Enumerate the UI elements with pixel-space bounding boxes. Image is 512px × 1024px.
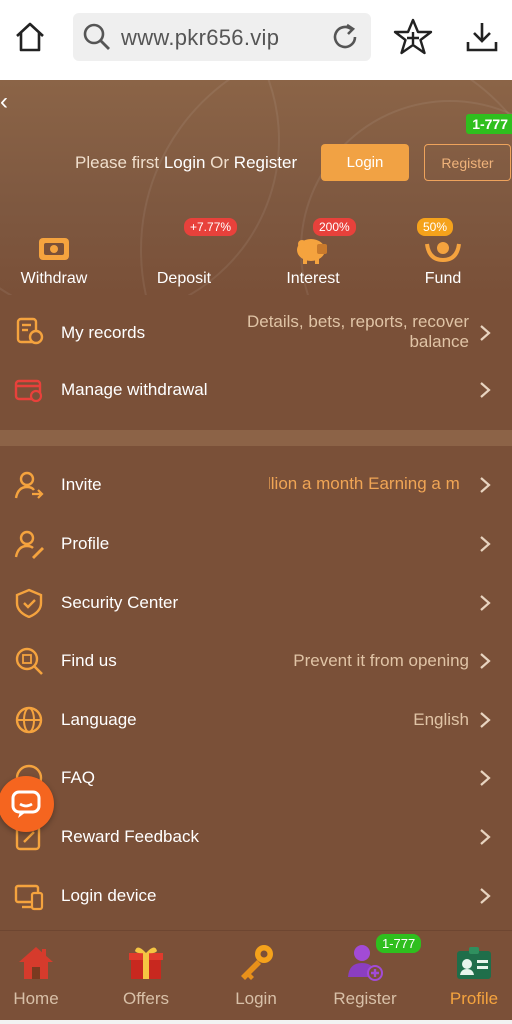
menu-item-faq[interactable]: FAQ bbox=[0, 749, 512, 807]
nav-home[interactable]: Home bbox=[0, 941, 86, 1009]
section-divider bbox=[0, 430, 512, 446]
menu-label: FAQ bbox=[61, 768, 96, 787]
chevron-right-icon bbox=[480, 536, 491, 552]
menu-label: Login device bbox=[61, 886, 157, 905]
star-icon[interactable] bbox=[393, 14, 433, 60]
menu-item-my-records[interactable]: My records Details, bets, reports, recov… bbox=[0, 302, 512, 364]
chevron-right-icon bbox=[480, 382, 491, 398]
address-bar[interactable]: www.pkr656.vip bbox=[73, 13, 371, 61]
quick-action-deposit[interactable]: +7.77% Deposit bbox=[134, 218, 238, 288]
login-prompt: Please first Login Or Register bbox=[75, 153, 297, 173]
gift-icon bbox=[96, 941, 196, 981]
menu-item-login-device[interactable]: Login device bbox=[0, 867, 512, 925]
withdraw-icon bbox=[4, 224, 104, 264]
menu-label: Reward Feedback bbox=[61, 827, 199, 846]
menu-label: My records bbox=[61, 323, 146, 342]
menu-label: Security Center bbox=[61, 593, 179, 612]
device-icon bbox=[14, 884, 44, 911]
reload-icon[interactable] bbox=[329, 21, 361, 58]
globe-icon bbox=[15, 706, 43, 734]
quick-action-label: Withdraw bbox=[20, 270, 88, 287]
menu-item-reward-feedback[interactable]: Reward Feedback bbox=[0, 808, 512, 866]
chevron-right-icon bbox=[480, 888, 491, 904]
shield-icon bbox=[15, 588, 43, 618]
login-button[interactable]: Login bbox=[321, 144, 409, 181]
live-chat-button[interactable] bbox=[0, 776, 54, 832]
menu-value: English bbox=[413, 710, 469, 729]
menu-label: Language bbox=[61, 710, 137, 729]
browser-bar: www.pkr656.vip bbox=[0, 0, 512, 80]
chat-icon bbox=[11, 790, 41, 818]
invite-icon bbox=[14, 471, 44, 499]
prompt-login-link[interactable]: Login bbox=[164, 153, 206, 172]
register-nav-badge: 1-777 bbox=[376, 934, 422, 953]
menu-value: Prevent it from opening bbox=[293, 651, 469, 670]
menu-item-find-us[interactable]: Find us Prevent it from opening bbox=[0, 632, 512, 690]
home-icon[interactable] bbox=[10, 14, 50, 60]
bonus-badge: 1-777 bbox=[466, 114, 512, 134]
menu-item-language[interactable]: Language English bbox=[0, 691, 512, 749]
key-icon bbox=[206, 941, 306, 981]
prompt-prefix: Please first bbox=[75, 153, 160, 172]
back-arrow-icon[interactable]: ‹ bbox=[0, 88, 8, 116]
nav-label: Offers bbox=[123, 989, 169, 1008]
interest-badge: 200% bbox=[313, 218, 356, 236]
chevron-right-icon bbox=[480, 829, 491, 845]
invite-marquee: llion a month Earning a m bbox=[269, 474, 469, 498]
menu-item-security-center[interactable]: Security Center bbox=[0, 574, 512, 632]
download-icon[interactable] bbox=[462, 14, 502, 60]
invite-marquee-text: llion a month Earning a m bbox=[269, 474, 460, 493]
menu-item-profile[interactable]: Profile bbox=[0, 515, 512, 573]
system-nav-strip bbox=[0, 1020, 512, 1024]
chevron-right-icon bbox=[480, 477, 491, 493]
deposit-badge: +7.77% bbox=[184, 218, 238, 236]
chevron-right-icon bbox=[480, 712, 491, 728]
nav-offers[interactable]: Offers bbox=[96, 941, 196, 1009]
quick-action-withdraw[interactable]: Withdraw bbox=[4, 224, 104, 288]
quick-action-interest[interactable]: 200% Interest bbox=[263, 218, 363, 288]
register-button[interactable]: Register bbox=[424, 144, 511, 181]
bottom-nav: Home Offers Login Register Profile bbox=[0, 930, 512, 1020]
prompt-or: Or bbox=[210, 153, 230, 172]
nav-profile[interactable]: Profile bbox=[424, 941, 512, 1009]
profile-icon bbox=[14, 530, 44, 559]
nav-label: Profile bbox=[449, 989, 499, 1008]
menu-label: Manage withdrawal bbox=[61, 380, 208, 399]
home-house-icon bbox=[0, 941, 86, 981]
account-header: ‹ 1-777 Please first Login Or Register L… bbox=[0, 80, 512, 295]
nav-label: Home bbox=[13, 989, 59, 1008]
quick-action-label: Interest bbox=[286, 270, 340, 287]
menu-label: Invite bbox=[61, 475, 102, 494]
chevron-right-icon bbox=[480, 595, 491, 611]
wallet-icon bbox=[14, 379, 43, 403]
nav-label: Login bbox=[235, 989, 277, 1008]
chevron-right-icon bbox=[480, 770, 491, 786]
records-icon bbox=[16, 317, 44, 345]
fund-badge: 50% bbox=[417, 218, 454, 236]
search-icon bbox=[81, 21, 113, 58]
chevron-right-icon bbox=[480, 653, 491, 669]
quick-action-label: Fund bbox=[424, 270, 462, 287]
id-card-icon bbox=[424, 941, 512, 981]
find-icon bbox=[15, 647, 43, 675]
menu-label: Find us bbox=[61, 651, 117, 670]
menu-label: Profile bbox=[61, 534, 110, 553]
menu-item-manage-withdrawal[interactable]: Manage withdrawal bbox=[0, 361, 512, 419]
nav-label: Register bbox=[333, 989, 397, 1008]
quick-action-label: Deposit bbox=[156, 270, 212, 287]
url-text: www.pkr656.vip bbox=[121, 25, 280, 50]
prompt-register-link[interactable]: Register bbox=[234, 153, 297, 172]
chevron-right-icon bbox=[480, 325, 491, 341]
menu-value: Details, bets, reports, recover balance bbox=[246, 312, 469, 351]
quick-action-fund[interactable]: 50% Fund bbox=[393, 218, 493, 288]
nav-login[interactable]: Login bbox=[206, 941, 306, 1009]
